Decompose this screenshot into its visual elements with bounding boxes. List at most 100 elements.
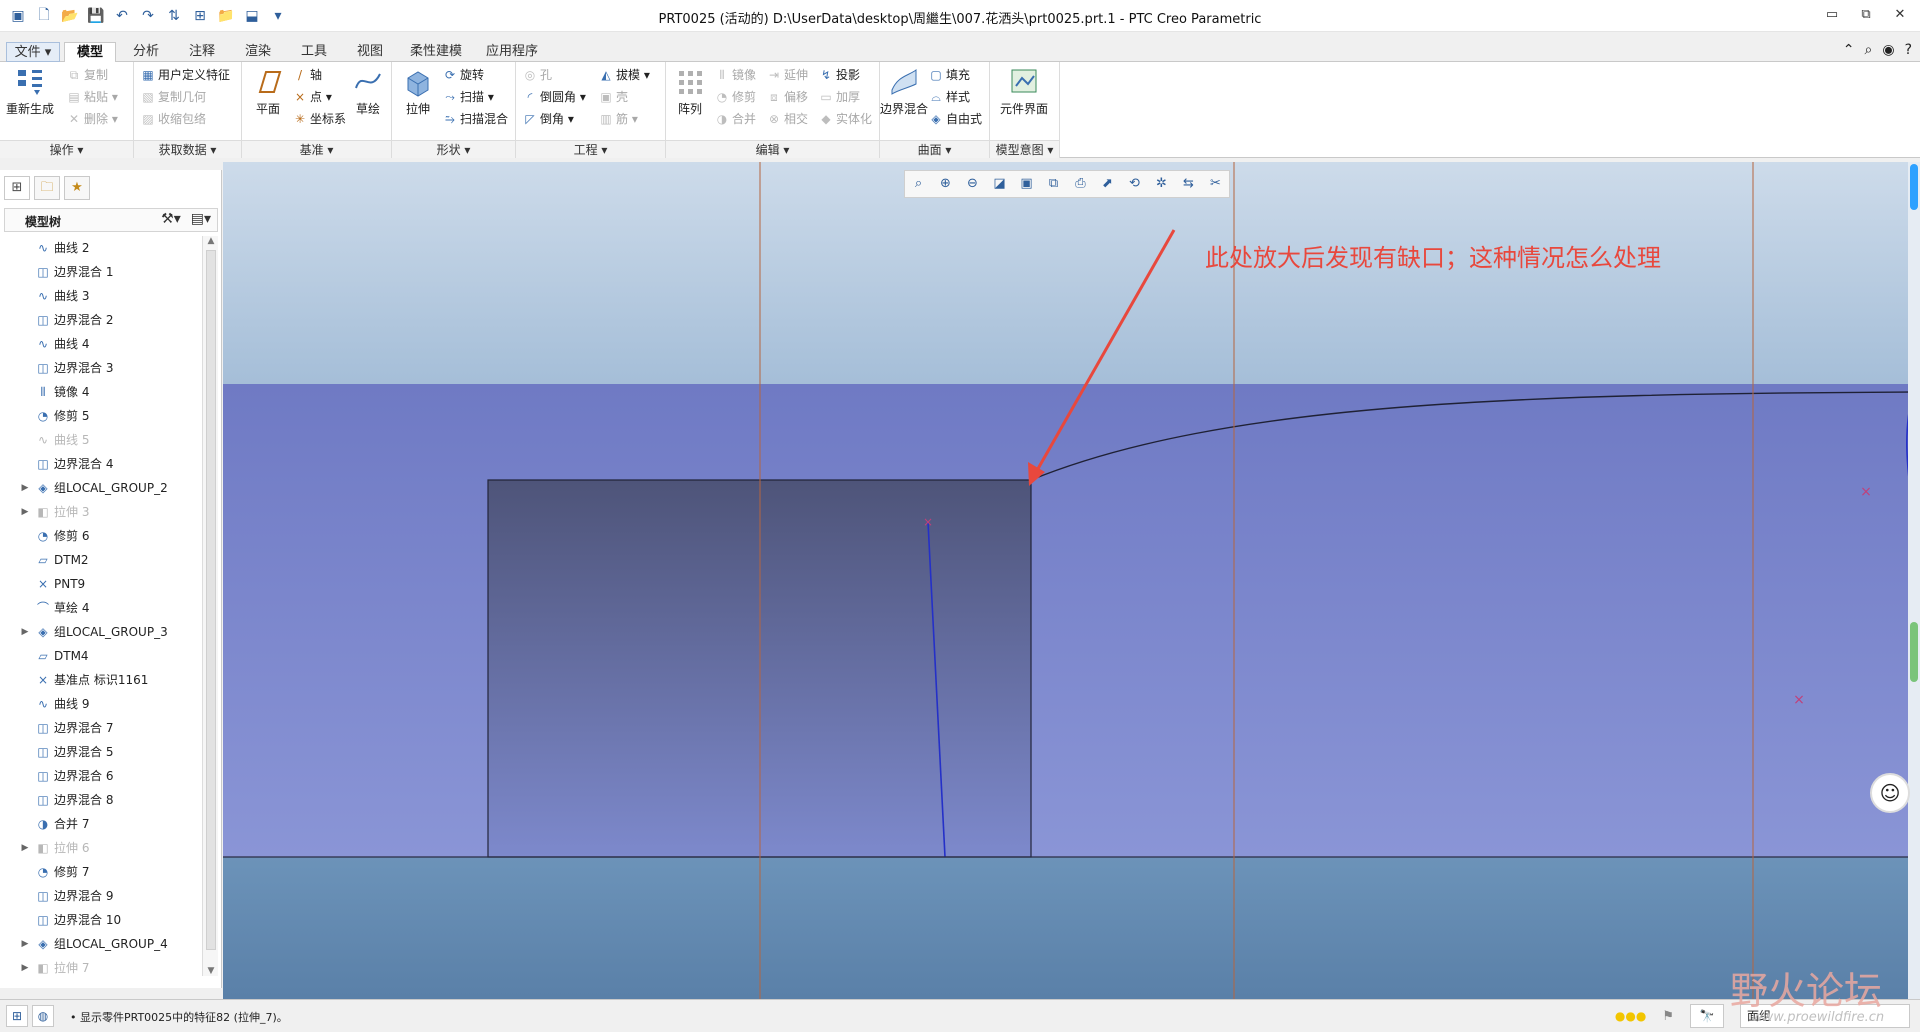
plane-button[interactable]: 平面 xyxy=(244,66,292,117)
scroll-up-icon[interactable]: ▲ xyxy=(203,236,219,246)
tree-item[interactable]: ◫ 边界混合 9 xyxy=(4,884,204,908)
tree-item[interactable]: ◫ 边界混合 7 xyxy=(4,716,204,740)
scroll-down-icon[interactable]: ▼ xyxy=(203,966,219,976)
draft-button[interactable]: ◭ 拔模 ▾ xyxy=(598,64,649,86)
hole-button[interactable]: ◎ 孔 xyxy=(522,64,552,86)
graphics-viewport[interactable]: × × × xyxy=(223,162,1920,999)
tree-item[interactable]: ⫴ 镜像 4 xyxy=(4,380,204,404)
sweep-button[interactable]: ⤳ 扫描 ▾ xyxy=(442,86,494,108)
component-interface-button[interactable]: 元件界面 xyxy=(1000,66,1048,117)
tree-item[interactable]: ◔ 修剪 6 xyxy=(4,524,204,548)
copy-geometry-button[interactable]: ▧ 复制几何 xyxy=(140,86,206,108)
tree-item[interactable]: ▱ DTM2 xyxy=(4,548,204,572)
tree-item[interactable]: ▶ ◧ 拉伸 3 xyxy=(4,500,204,524)
offset-button[interactable]: ⧈ 偏移 xyxy=(766,86,808,108)
datum-point-marker-2[interactable]: × xyxy=(1860,484,1872,500)
spin-center-icon[interactable]: ⟲ xyxy=(1121,171,1148,197)
folder-browser-tab-icon[interactable]: 🗀 xyxy=(34,176,60,200)
tree-item[interactable]: ⌒ 草绘 4 xyxy=(4,596,204,620)
close-button[interactable]: ✕ xyxy=(1888,4,1912,26)
swept-blend-button[interactable]: ⥲ 扫描混合 xyxy=(442,108,508,130)
tab-tools[interactable]: 工具 xyxy=(288,42,340,62)
chamfer-button[interactable]: ◸ 倒角 ▾ xyxy=(522,108,573,130)
style-button[interactable]: ⌓ 样式 xyxy=(928,86,970,108)
favorites-tab-icon[interactable]: ★ xyxy=(64,176,90,200)
tree-item[interactable]: × PNT9 xyxy=(4,572,204,596)
trim-button[interactable]: ◔ 修剪 xyxy=(714,86,756,108)
solidify-button[interactable]: ◆ 实体化 xyxy=(818,108,872,130)
datum-display-icon[interactable]: ✲ xyxy=(1148,171,1175,197)
tree-item[interactable]: ▶ ◈ 组LOCAL_GROUP_3 xyxy=(4,620,204,644)
tree-item[interactable]: ◔ 修剪 5 xyxy=(4,404,204,428)
tree-item[interactable]: ◔ 修剪 7 xyxy=(4,860,204,884)
merge-button[interactable]: ◑ 合并 xyxy=(714,108,756,130)
annotation-display-icon[interactable]: ⇆ xyxy=(1175,171,1202,197)
tab-applications[interactable]: 应用程序 xyxy=(476,42,548,62)
expand-toggle-icon[interactable]: ▶ xyxy=(20,956,30,976)
minimize-button[interactable]: ▭ xyxy=(1820,4,1844,26)
scroll-thumb[interactable] xyxy=(206,250,216,950)
expand-toggle-icon[interactable]: ▶ xyxy=(20,476,30,500)
tab-annotate[interactable]: 注释 xyxy=(176,42,228,62)
tree-item[interactable]: ◫ 边界混合 10 xyxy=(4,908,204,932)
udf-button[interactable]: ▦ 用户定义特征 xyxy=(140,64,230,86)
tab-analysis[interactable]: 分析 xyxy=(120,42,172,62)
zoom-in-icon[interactable]: ⊕ xyxy=(932,171,959,197)
flag-icon[interactable]: ⚑ xyxy=(1662,1009,1674,1024)
pattern-button[interactable]: 阵列 xyxy=(666,66,714,117)
axis-button[interactable]: / 轴 xyxy=(292,64,322,86)
tree-show-icon[interactable]: ▤▾ xyxy=(191,211,211,227)
tab-view[interactable]: 视图 xyxy=(344,42,396,62)
restore-button[interactable]: ⧉ xyxy=(1854,4,1878,26)
community-icon[interactable]: ◉ xyxy=(1882,42,1894,58)
tree-item[interactable]: ▶ ◧ 拉伸 7 xyxy=(4,956,204,976)
tree-item[interactable]: ▶ ◈ 组LOCAL_GROUP_2 xyxy=(4,476,204,500)
freestyle-button[interactable]: ◈ 自由式 xyxy=(928,108,982,130)
tree-item[interactable]: ◑ 合并 7 xyxy=(4,812,204,836)
expand-toggle-icon[interactable]: ▶ xyxy=(20,620,30,644)
group-label-operations[interactable]: 操作 ▾ xyxy=(0,140,133,158)
expand-toggle-icon[interactable]: ▶ xyxy=(20,500,30,524)
tab-file[interactable]: 文件 ▾ xyxy=(6,42,60,62)
copy-button[interactable]: ⧉ 复制 xyxy=(66,64,108,86)
round-button[interactable]: ◜ 倒圆角 ▾ xyxy=(522,86,586,108)
view-manager-icon[interactable]: ⎙ xyxy=(1067,171,1094,197)
assistant-avatar-icon[interactable]: ☺ xyxy=(1870,773,1910,813)
tree-item[interactable]: ◫ 边界混合 4 xyxy=(4,452,204,476)
collapse-ribbon-icon[interactable]: ⌃ xyxy=(1843,42,1855,58)
mirror-button[interactable]: ⫴ 镜像 xyxy=(714,64,756,86)
model-tree-tab-icon[interactable]: ⊞ xyxy=(4,176,30,200)
tree-item[interactable]: ▶ ◧ 拉伸 6 xyxy=(4,836,204,860)
tree-item[interactable]: ∿ 曲线 2 xyxy=(4,236,204,260)
tree-item[interactable]: ∿ 曲线 3 xyxy=(4,284,204,308)
saved-views-icon[interactable]: ⧉ xyxy=(1040,171,1067,197)
perspective-icon[interactable]: ⬈ xyxy=(1094,171,1121,197)
tree-item[interactable]: ◫ 边界混合 5 xyxy=(4,740,204,764)
datum-point-marker-3[interactable]: × xyxy=(1793,692,1805,708)
group-label-surfaces[interactable]: 曲面 ▾ xyxy=(880,140,989,158)
datum-point-marker-1[interactable]: × xyxy=(923,515,933,529)
tab-render[interactable]: 渲染 xyxy=(232,42,284,62)
browser-toggle-icon[interactable]: ◍ xyxy=(32,1005,54,1027)
group-label-engineering[interactable]: 工程 ▾ xyxy=(516,140,665,158)
revolve-button[interactable]: ⟳ 旋转 xyxy=(442,64,484,86)
repaint-icon[interactable]: ◪ xyxy=(986,171,1013,197)
tree-item[interactable]: ∿ 曲线 5 xyxy=(4,428,204,452)
group-label-shapes[interactable]: 形状 ▾ xyxy=(392,140,515,158)
rib-button[interactable]: ▥ 筋 ▾ xyxy=(598,108,638,130)
fill-button[interactable]: ▢ 填充 xyxy=(928,64,970,86)
tree-item[interactable]: ◫ 边界混合 8 xyxy=(4,788,204,812)
tree-settings-icon[interactable]: ⚒▾ xyxy=(161,211,181,227)
find-button[interactable]: 🔭 xyxy=(1690,1004,1724,1028)
group-label-get-data[interactable]: 获取数据 ▾ xyxy=(134,140,241,158)
expand-toggle-icon[interactable]: ▶ xyxy=(20,932,30,956)
thicken-button[interactable]: ▭ 加厚 xyxy=(818,86,860,108)
lower-surface[interactable] xyxy=(223,857,1920,999)
paste-button[interactable]: ▤ 粘贴 ▾ xyxy=(66,86,118,108)
group-label-model-intent[interactable]: 模型意图 ▾ xyxy=(990,140,1059,158)
project-button[interactable]: ↯ 投影 xyxy=(818,64,860,86)
extrude-button[interactable]: 拉伸 xyxy=(394,66,442,117)
display-style-icon[interactable]: ▣ xyxy=(1013,171,1040,197)
shell-button[interactable]: ▣ 壳 xyxy=(598,86,628,108)
search-icon[interactable]: ⌕ xyxy=(1865,42,1873,58)
